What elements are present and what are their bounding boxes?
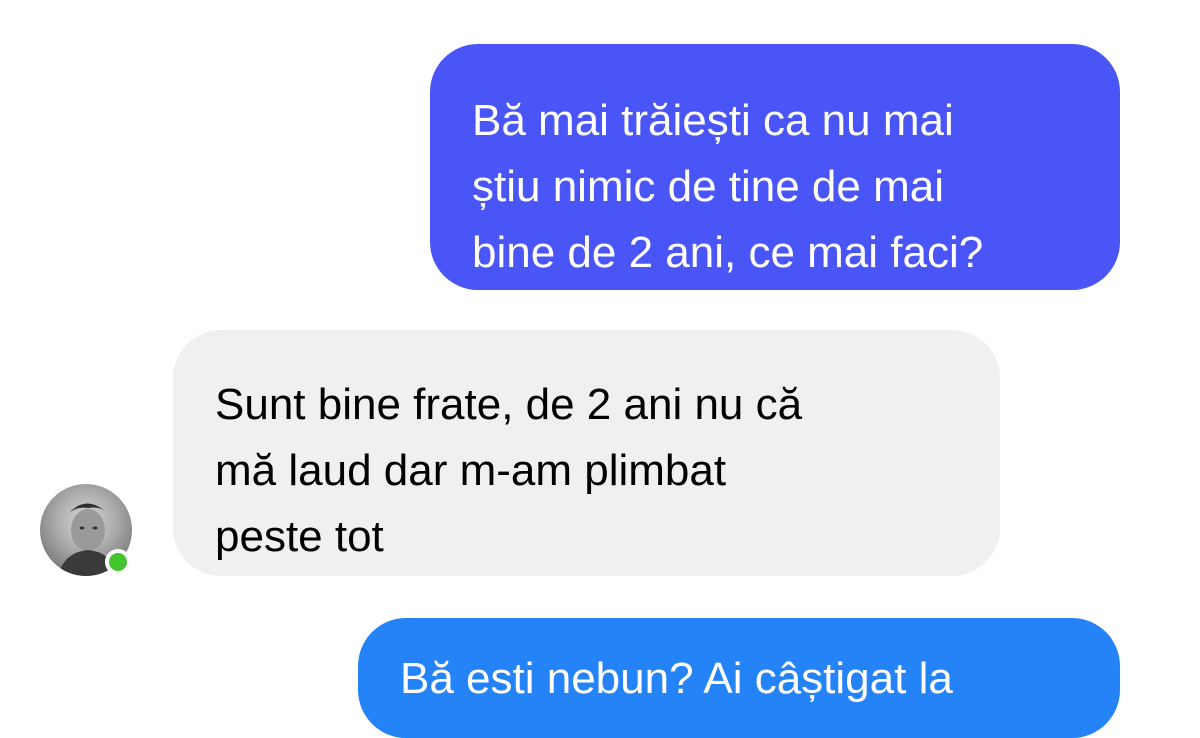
outgoing-message-bubble[interactable]: Bă esti nebun? Ai câștigat la: [358, 618, 1120, 738]
outgoing-message-bubble[interactable]: Bă mai trăiești ca nu mai știu nimic de …: [430, 44, 1120, 290]
chat-thread: Bă mai trăiești ca nu mai știu nimic de …: [0, 0, 1200, 738]
online-status-icon: [105, 549, 131, 575]
incoming-message-bubble[interactable]: Sunt bine frate, de 2 ani nu că mă laud …: [173, 330, 1000, 576]
